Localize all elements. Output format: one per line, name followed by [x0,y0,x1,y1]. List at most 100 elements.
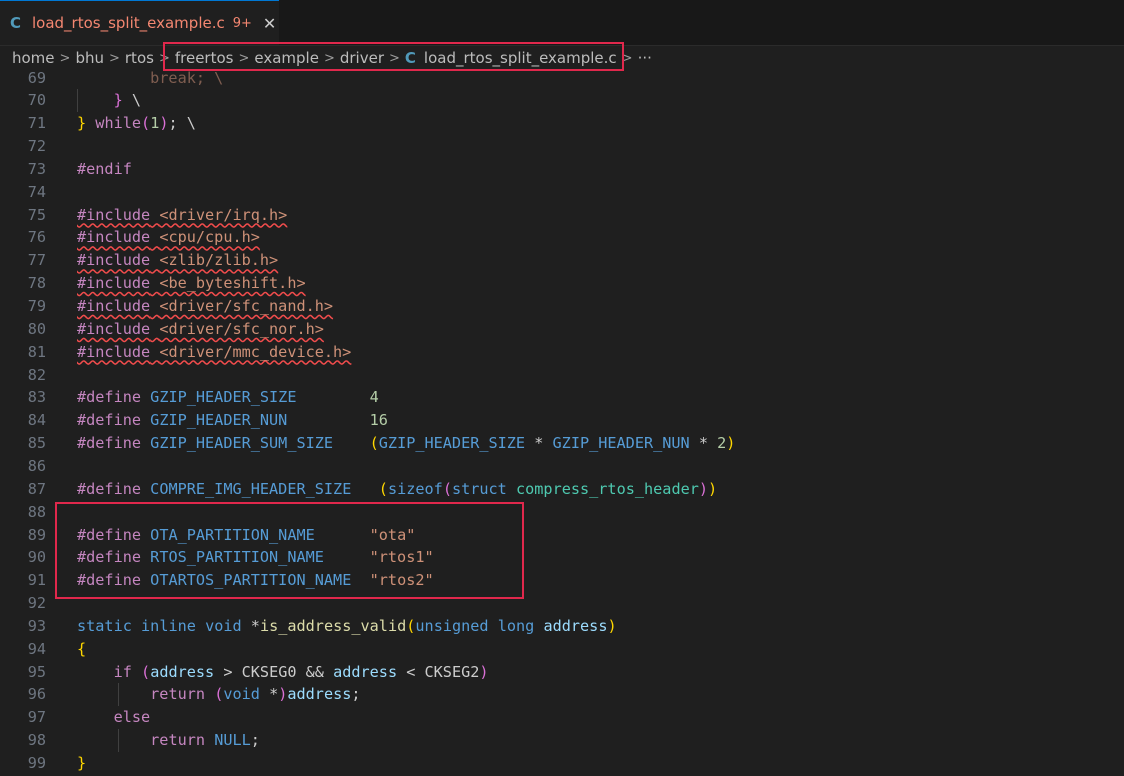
code-line[interactable]: 98 return NULL; [0,729,1124,753]
code-token: #define [77,571,142,590]
code-line[interactable]: 70 } \ [0,89,1124,113]
code-token: OTA_PARTITION_NAME [150,525,315,544]
code-token: void [223,685,260,704]
line-number: 81 [27,342,46,361]
line-number: 80 [27,319,46,338]
code-token: address [150,662,215,681]
code-line[interactable]: 73 #endif [0,158,1124,181]
code-token: GZIP_HEADER_SUM_SIZE [150,434,334,453]
code-line[interactable]: 72 [0,135,1124,158]
line-number: 92 [27,594,46,613]
line-number: 78 [27,274,46,293]
code-token: long [497,616,535,635]
line-number: 98 [27,731,46,750]
code-editor[interactable]: 69 break; \ 70 } \ 71} while(1); \ 72 73 #end… [0,70,1124,776]
code-token: #define [77,525,142,544]
code-line[interactable]: 76 #include <cpu/cpu.h> [0,226,1124,249]
code-line[interactable]: 99} [0,752,1124,775]
code-token: #define [77,388,142,407]
code-line[interactable]: 83 #define GZIP_HEADER_SIZE 4 [0,386,1124,409]
code-line[interactable]: 84 #define GZIP_HEADER_NUN 16 [0,409,1124,432]
code-line[interactable]: 77 #include <zlib/zlib.h> [0,249,1124,272]
code-line[interactable]: 97 else [0,706,1124,729]
code-line[interactable]: 93 static inline void *is_address_valid(u… [0,615,1124,638]
code-line[interactable]: 78 #include <be_byteshift.h> [0,272,1124,295]
code-token: return [150,685,206,704]
line-number: 79 [27,297,46,315]
code-line[interactable]: 89 #define OTA_PARTITION_NAME "ota" [0,524,1124,547]
code-text: #include <driver/sfc_nand.h> [77,295,333,318]
breadcrumb-file[interactable]: load_rtos_split_example.c [424,49,617,67]
line-number: 77 [27,251,46,270]
code-text: break; \ [77,70,223,90]
chevron-right-icon: > [158,50,170,66]
code-line[interactable]: 69 break; \ [0,70,1124,90]
code-line[interactable]: 92 [0,592,1124,615]
code-token: } [77,754,87,772]
breadcrumb-more[interactable]: ··· [638,49,652,67]
code-token: #include [77,319,151,338]
code-token: return [150,731,206,750]
code-token: ) [698,479,709,498]
code-line[interactable]: 91 #define OTARTOS_PARTITION_NAME "rtos2" [0,569,1124,592]
code-line[interactable]: 86 [0,455,1124,478]
breadcrumb-home[interactable]: home [12,49,55,67]
code-token: * [689,434,718,453]
line-number: 82 [27,365,46,384]
breadcrumb-bhu[interactable]: bhu [75,49,104,67]
code-line[interactable]: 85 #define GZIP_HEADER_SUM_SIZE (GZIP_HEA… [0,432,1124,455]
code-token: void [205,616,242,635]
code-line[interactable]: 74 [0,181,1124,204]
tab-label: load_rtos_split_example.c [32,14,225,32]
code-token: * [241,616,260,635]
code-token: ; [351,685,361,704]
breadcrumb-example[interactable]: example [254,49,319,67]
code-line[interactable]: 82 [0,364,1124,387]
breadcrumb-freertos[interactable]: freertos [175,49,234,67]
code-token: ( [378,479,388,498]
code-line[interactable]: 95 if (address > CKSEG0 && address < CKS… [0,661,1124,684]
code-line[interactable]: 88 [0,501,1124,524]
close-icon[interactable]: ✕ [263,14,276,33]
code-token: ) [726,434,736,453]
code-line[interactable]: 80 #include <driver/sfc_nor.h> [0,318,1124,341]
code-line[interactable]: 71} while(1); \ [0,112,1124,135]
code-line[interactable]: 96 return (void *)address; [0,683,1124,707]
code-text: #include <cpu/cpu.h> [77,226,260,249]
chevron-right-icon: > [108,50,120,66]
breadcrumb-driver[interactable]: driver [340,49,384,67]
code-text: #include <driver/irq.h> [77,204,287,227]
code-token: sizeof [387,479,443,498]
tab-load-rtos-split-example[interactable]: C load_rtos_split_example.c 9+ ✕ [0,0,279,45]
code-token: ( [141,662,151,681]
code-token: #define [77,548,142,567]
code-token: NULL [214,731,251,750]
code-line[interactable]: 81 #include <driver/mmc_device.h> [0,341,1124,364]
code-line[interactable]: 87 #define COMPRE_IMG_HEADER_SIZE (sizeof… [0,478,1124,501]
tab-bar: C load_rtos_split_example.c 9+ ✕ [0,0,1124,46]
code-token: address [543,616,608,635]
code-line[interactable]: 75 #include <driver/irq.h> [0,204,1124,227]
code-text: #define GZIP_HEADER_SUM_SIZE (GZIP_HEADE… [77,432,735,455]
code-token: GZIP_HEADER_SIZE [150,388,297,407]
breadcrumb-rtos[interactable]: rtos [125,49,154,67]
chevron-right-icon: > [323,50,335,66]
chevron-right-icon: > [389,50,400,66]
code-token: ) [159,114,169,133]
code-line[interactable]: 90 #define RTOS_PARTITION_NAME "rtos1" [0,546,1124,569]
line-number: 73 [27,159,46,178]
code-token: "ota" [369,525,416,544]
code-line[interactable]: 94 { [0,638,1124,661]
code-line[interactable]: 79 #include <driver/sfc_nand.h> [0,295,1124,318]
line-number: 69 [27,70,46,87]
